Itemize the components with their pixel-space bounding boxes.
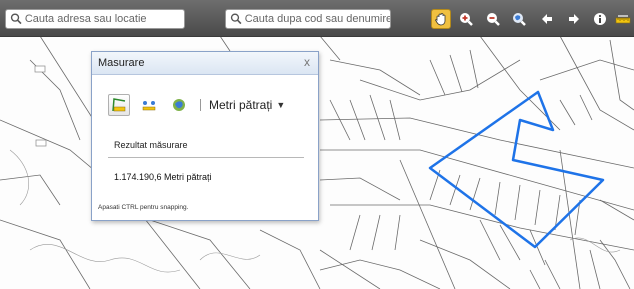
panel-title: Masurare <box>98 57 145 69</box>
result-value: 1.174.190,6 Metri pătrați <box>114 172 212 182</box>
next-extent-button[interactable] <box>565 10 583 28</box>
code-search-input[interactable] <box>244 13 390 25</box>
identify-button[interactable] <box>591 10 609 28</box>
chevron-down-icon: ▼ <box>276 100 286 110</box>
arrow-left-icon <box>542 14 552 24</box>
zoom-in-icon <box>460 13 473 26</box>
divider <box>108 157 304 158</box>
toolbar-divider <box>200 99 201 111</box>
address-search-input[interactable] <box>24 13 184 25</box>
full-extent-button[interactable] <box>510 10 528 28</box>
measure-area-button[interactable] <box>108 94 130 116</box>
measure-tools: Metri pătrați ▼ <box>108 94 285 116</box>
measurement-panel: Masurare x Metri pătrați ▼ Rezultat măsu… <box>91 51 319 221</box>
measure-location-icon <box>173 99 185 111</box>
snapping-hint: Apasati CTRL pentru snapping. <box>98 204 189 211</box>
measure-location-button[interactable] <box>168 94 190 116</box>
measure-tool-button[interactable] <box>614 10 632 28</box>
pan-tool-button[interactable] <box>431 9 451 29</box>
measure-distance-button[interactable] <box>138 94 160 116</box>
measurement-panel-header: Masurare x <box>92 52 318 75</box>
address-search-box[interactable] <box>5 9 185 29</box>
pan-icon <box>435 13 446 26</box>
full-extent-icon <box>513 13 526 26</box>
result-label: Rezultat măsurare <box>114 140 188 150</box>
previous-extent-button[interactable] <box>538 10 556 28</box>
measure-distance-icon <box>142 101 156 111</box>
measure-tool-icon <box>615 15 631 24</box>
arrow-right-icon <box>569 14 579 24</box>
close-button[interactable]: x <box>304 55 310 69</box>
zoom-out-button[interactable] <box>484 10 502 28</box>
search-icon <box>10 13 22 25</box>
code-search-box[interactable] <box>225 9 391 29</box>
zoom-in-button[interactable] <box>457 10 475 28</box>
measure-area-icon <box>112 98 126 112</box>
unit-dropdown[interactable]: Metri pătrați ▼ <box>209 98 285 112</box>
unit-selected: Metri pătrați <box>209 98 273 112</box>
zoom-out-icon <box>487 13 500 26</box>
map-toolbar <box>0 0 634 37</box>
search-icon <box>230 13 242 25</box>
info-icon <box>594 13 606 25</box>
